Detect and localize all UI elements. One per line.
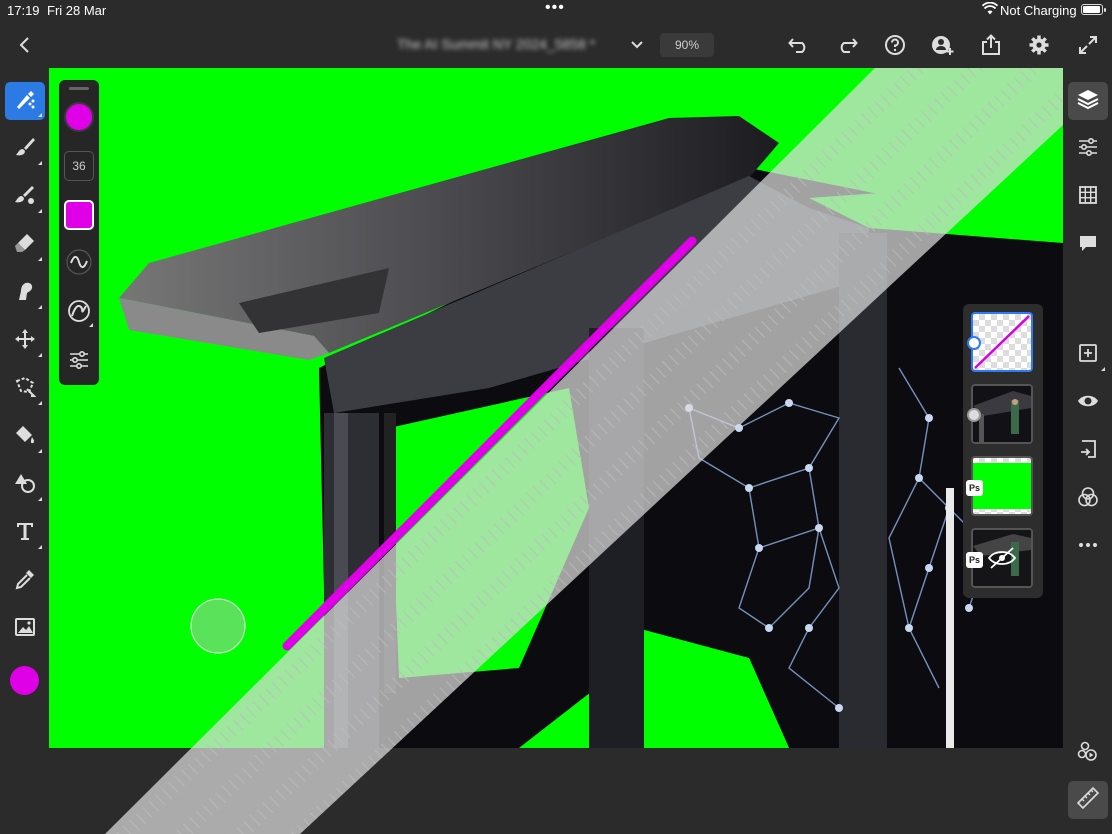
tool-smudge[interactable] <box>5 274 45 312</box>
adjustments-icon <box>1077 136 1099 163</box>
mask-button[interactable] <box>1068 432 1108 470</box>
blend-icon <box>1077 486 1099 513</box>
sliders-icon <box>67 348 91 377</box>
chevron-down-icon[interactable] <box>621 29 653 61</box>
wifi-icon <box>981 1 999 18</box>
brush-icon <box>13 135 37 164</box>
help-icon[interactable] <box>879 29 911 61</box>
visibility-icon <box>1077 390 1099 417</box>
status-bar: 17:19 Fri 28 Mar ••• Not Charging <box>0 0 1112 22</box>
smudge-icon <box>13 279 37 308</box>
tool-type[interactable] <box>5 514 45 552</box>
move-icon <box>13 327 37 356</box>
left-toolbar <box>0 68 49 834</box>
healing-brush-icon <box>13 183 37 212</box>
capture-icon <box>1076 739 1100 768</box>
place-image-icon <box>13 615 37 644</box>
tool-shape[interactable] <box>5 466 45 504</box>
settings-gear-icon[interactable] <box>1023 29 1055 61</box>
status-date: Fri 28 Mar <box>47 3 107 18</box>
stage-post-right <box>839 233 887 748</box>
fullscreen-icon[interactable] <box>1072 29 1104 61</box>
stage-white-post <box>946 488 954 748</box>
ruler-button[interactable] <box>1068 781 1108 819</box>
add-layer-button[interactable] <box>1068 336 1108 374</box>
brush-color-square[interactable] <box>64 200 94 230</box>
canvas-artwork <box>49 68 1063 748</box>
layers-icon <box>1077 88 1099 115</box>
ruler-icon <box>1076 786 1100 815</box>
brush-settings-button[interactable] <box>63 346 95 378</box>
layer-link-icon[interactable] <box>967 336 981 350</box>
back-icon[interactable] <box>9 29 41 61</box>
eyedropper-icon <box>13 567 37 596</box>
tool-fill[interactable] <box>5 418 45 456</box>
right-toolbar <box>1063 68 1112 834</box>
tool-move[interactable] <box>5 322 45 360</box>
ps-badge-hidden: Ps <box>966 552 983 568</box>
brush-smoothing-button[interactable] <box>63 248 95 280</box>
grid-button[interactable] <box>1068 178 1108 216</box>
tool-lasso[interactable] <box>5 370 45 408</box>
comments-icon <box>1077 232 1099 259</box>
more-button[interactable] <box>1068 528 1108 566</box>
visibility-button[interactable] <box>1068 384 1108 422</box>
brush-settings-panel: 36 <box>59 80 99 385</box>
invite-user-icon[interactable] <box>927 29 959 61</box>
layers-panel: Ps Ps <box>963 304 1043 598</box>
brush-select-icon <box>13 87 37 116</box>
eraser-icon <box>13 231 37 260</box>
grid-icon <box>1077 184 1099 211</box>
share-icon[interactable] <box>975 29 1007 61</box>
tool-healing[interactable] <box>5 178 45 216</box>
brush-size-field[interactable]: 36 <box>64 151 94 181</box>
charging-status: Not Charging <box>1000 3 1077 18</box>
more-options-corner <box>1101 367 1105 371</box>
layers-button[interactable] <box>1068 82 1108 120</box>
stage-post-center <box>589 328 644 748</box>
layer-link-icon-2[interactable] <box>967 408 981 422</box>
redo-icon[interactable] <box>831 29 863 61</box>
adjustments-button[interactable] <box>1068 130 1108 168</box>
ps-badge-green: Ps <box>966 480 983 496</box>
stage-post-thin <box>384 413 396 693</box>
more-icon <box>1077 534 1099 561</box>
comments-button[interactable] <box>1068 226 1108 264</box>
post-highlight <box>334 413 348 748</box>
top-toolbar: The AI Summit NY 2024_5858 * 90% <box>0 22 1112 68</box>
blend-modes-button[interactable] <box>1068 480 1108 518</box>
document-title[interactable]: The AI Summit NY 2024_5858 * <box>397 36 619 52</box>
paint-bucket-icon <box>13 423 37 452</box>
tool-eyedropper[interactable] <box>5 562 45 600</box>
brush-dynamics-button[interactable] <box>63 297 95 329</box>
stage-post-left <box>324 413 379 748</box>
lasso-icon <box>13 375 37 404</box>
foreground-color-swatch[interactable] <box>10 666 39 695</box>
undo-icon[interactable] <box>783 29 815 61</box>
battery-icon <box>1081 4 1106 15</box>
wave-icon <box>66 248 92 280</box>
tool-place-image[interactable] <box>5 610 45 648</box>
tool-quick-select[interactable] <box>5 82 45 120</box>
tool-brush[interactable] <box>5 130 45 168</box>
canvas-pasteboard <box>49 748 1063 834</box>
brush-color-dot[interactable] <box>64 102 94 132</box>
image-canvas[interactable] <box>49 68 1063 748</box>
mask-icon <box>1077 438 1099 465</box>
status-time: 17:19 <box>7 3 40 18</box>
shape-icon <box>13 471 37 500</box>
add-layer-icon <box>1077 342 1099 369</box>
capture-button[interactable] <box>1068 734 1108 772</box>
panel-drag-handle[interactable] <box>69 87 89 90</box>
multitask-dots[interactable]: ••• <box>545 0 565 17</box>
zoom-level[interactable]: 90% <box>660 33 714 57</box>
tool-eraser[interactable] <box>5 226 45 264</box>
type-icon <box>13 519 37 548</box>
